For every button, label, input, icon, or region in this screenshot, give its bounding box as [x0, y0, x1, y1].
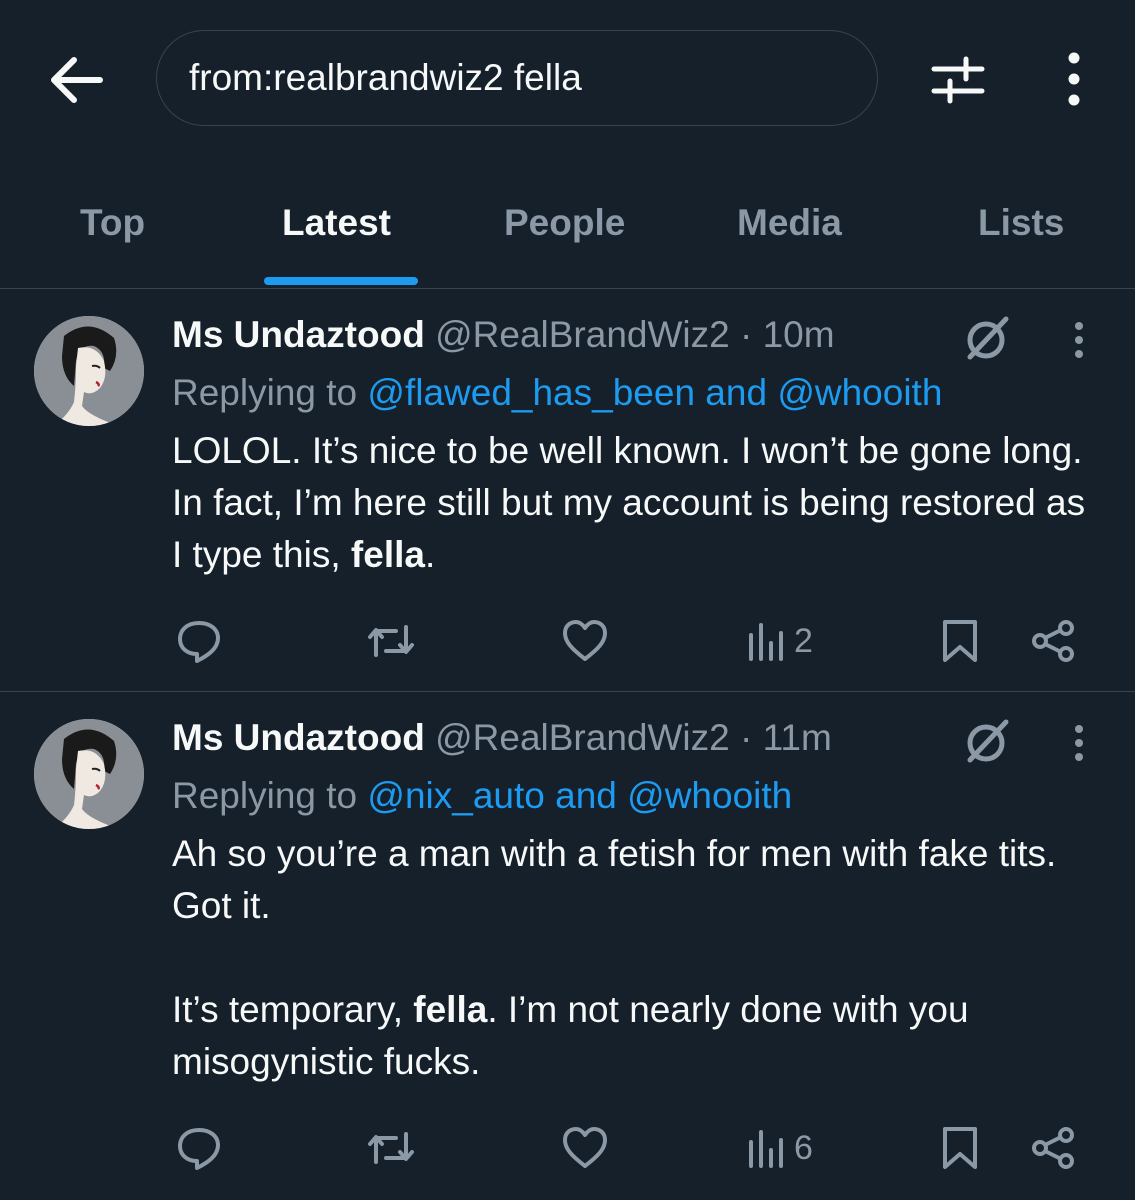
reply-icon[interactable] [176, 619, 222, 663]
tab-latest[interactable]: Latest [282, 202, 391, 244]
retweet-icon[interactable] [366, 1126, 416, 1170]
tweet-text-segment: It’s temporary, [172, 989, 414, 1030]
share-icon[interactable] [1030, 619, 1076, 663]
views-button[interactable]: 6 [746, 1126, 813, 1170]
tweet-paragraph: Ah so you’re a man with a fetish for men… [172, 833, 1057, 926]
tweet-text: Ah so you’re a man with a fetish for men… [172, 828, 1092, 1088]
back-arrow-icon[interactable] [50, 55, 106, 105]
search-tabs: Top Latest People Media Lists [0, 160, 1135, 289]
more-options-icon[interactable] [1060, 52, 1088, 108]
views-icon [749, 623, 783, 661]
reply-icon[interactable] [176, 1126, 222, 1170]
retweet-icon[interactable] [366, 619, 416, 663]
views-count: 6 [794, 1128, 813, 1167]
avatar[interactable] [34, 316, 144, 426]
tab-media[interactable]: Media [737, 202, 842, 244]
search-filter-icon[interactable] [930, 55, 986, 105]
replying-to: Replying to @nix_auto and @whooith [172, 774, 792, 818]
avatar[interactable] [34, 719, 144, 829]
tweet-time[interactable]: · 10m [740, 314, 835, 355]
author-handle[interactable]: @RealBrandWiz2 [435, 314, 730, 355]
search-query-text: from:realbrandwiz2 fella [189, 57, 582, 98]
tweet[interactable]: Ms Undaztood @RealBrandWiz2 · 11m Replyi… [0, 692, 1135, 1200]
author-name[interactable]: Ms Undaztood [172, 314, 425, 355]
grok-icon[interactable] [962, 313, 1012, 363]
highlighted-term: fella [413, 989, 488, 1030]
tweet[interactable]: Ms Undaztood @RealBrandWiz2 · 10m Replyi… [0, 289, 1135, 692]
tweet-actions: 2 [0, 611, 1135, 671]
highlighted-term: fella [350, 534, 425, 575]
top-bar: from:realbrandwiz2 fella [0, 0, 1135, 160]
tweet-more-icon[interactable] [1066, 321, 1092, 361]
share-icon[interactable] [1030, 1126, 1076, 1170]
tweet-header: Ms Undaztood @RealBrandWiz2 · 11m [172, 716, 832, 760]
tab-lists[interactable]: Lists [978, 202, 1064, 244]
author-handle[interactable]: @RealBrandWiz2 [435, 717, 730, 758]
author-name[interactable]: Ms Undaztood [172, 717, 425, 758]
like-icon[interactable] [562, 619, 608, 663]
bookmark-icon[interactable] [940, 1126, 980, 1170]
tab-people[interactable]: People [504, 202, 625, 244]
replying-to: Replying to @flawed_has_been and @whooit… [172, 371, 942, 415]
search-input[interactable]: from:realbrandwiz2 fella [156, 30, 878, 126]
tweet-text: LOLOL. It’s nice to be well known. I won… [172, 425, 1092, 581]
tab-top[interactable]: Top [80, 202, 145, 244]
tweet-time[interactable]: · 11m [740, 717, 832, 758]
like-icon[interactable] [562, 1126, 608, 1170]
replying-to-label: Replying to [172, 372, 358, 413]
replying-to-label: Replying to [172, 775, 358, 816]
reply-mentions[interactable]: @flawed_has_been and @whooith [367, 372, 942, 413]
bookmark-icon[interactable] [940, 619, 980, 663]
tweet-more-icon[interactable] [1066, 724, 1092, 764]
active-tab-indicator [264, 277, 418, 285]
views-button[interactable]: 2 [746, 619, 813, 663]
views-count: 2 [794, 621, 813, 660]
tweet-text-segment: . [424, 534, 436, 575]
grok-icon[interactable] [962, 716, 1012, 766]
tweet-actions: 6 [0, 1118, 1135, 1178]
tweet-header: Ms Undaztood @RealBrandWiz2 · 10m [172, 313, 835, 357]
reply-mentions[interactable]: @nix_auto and @whooith [367, 775, 792, 816]
tweet-text-segment: LOLOL. It’s nice to be well known. I won… [172, 430, 1086, 575]
views-icon [749, 1130, 783, 1168]
